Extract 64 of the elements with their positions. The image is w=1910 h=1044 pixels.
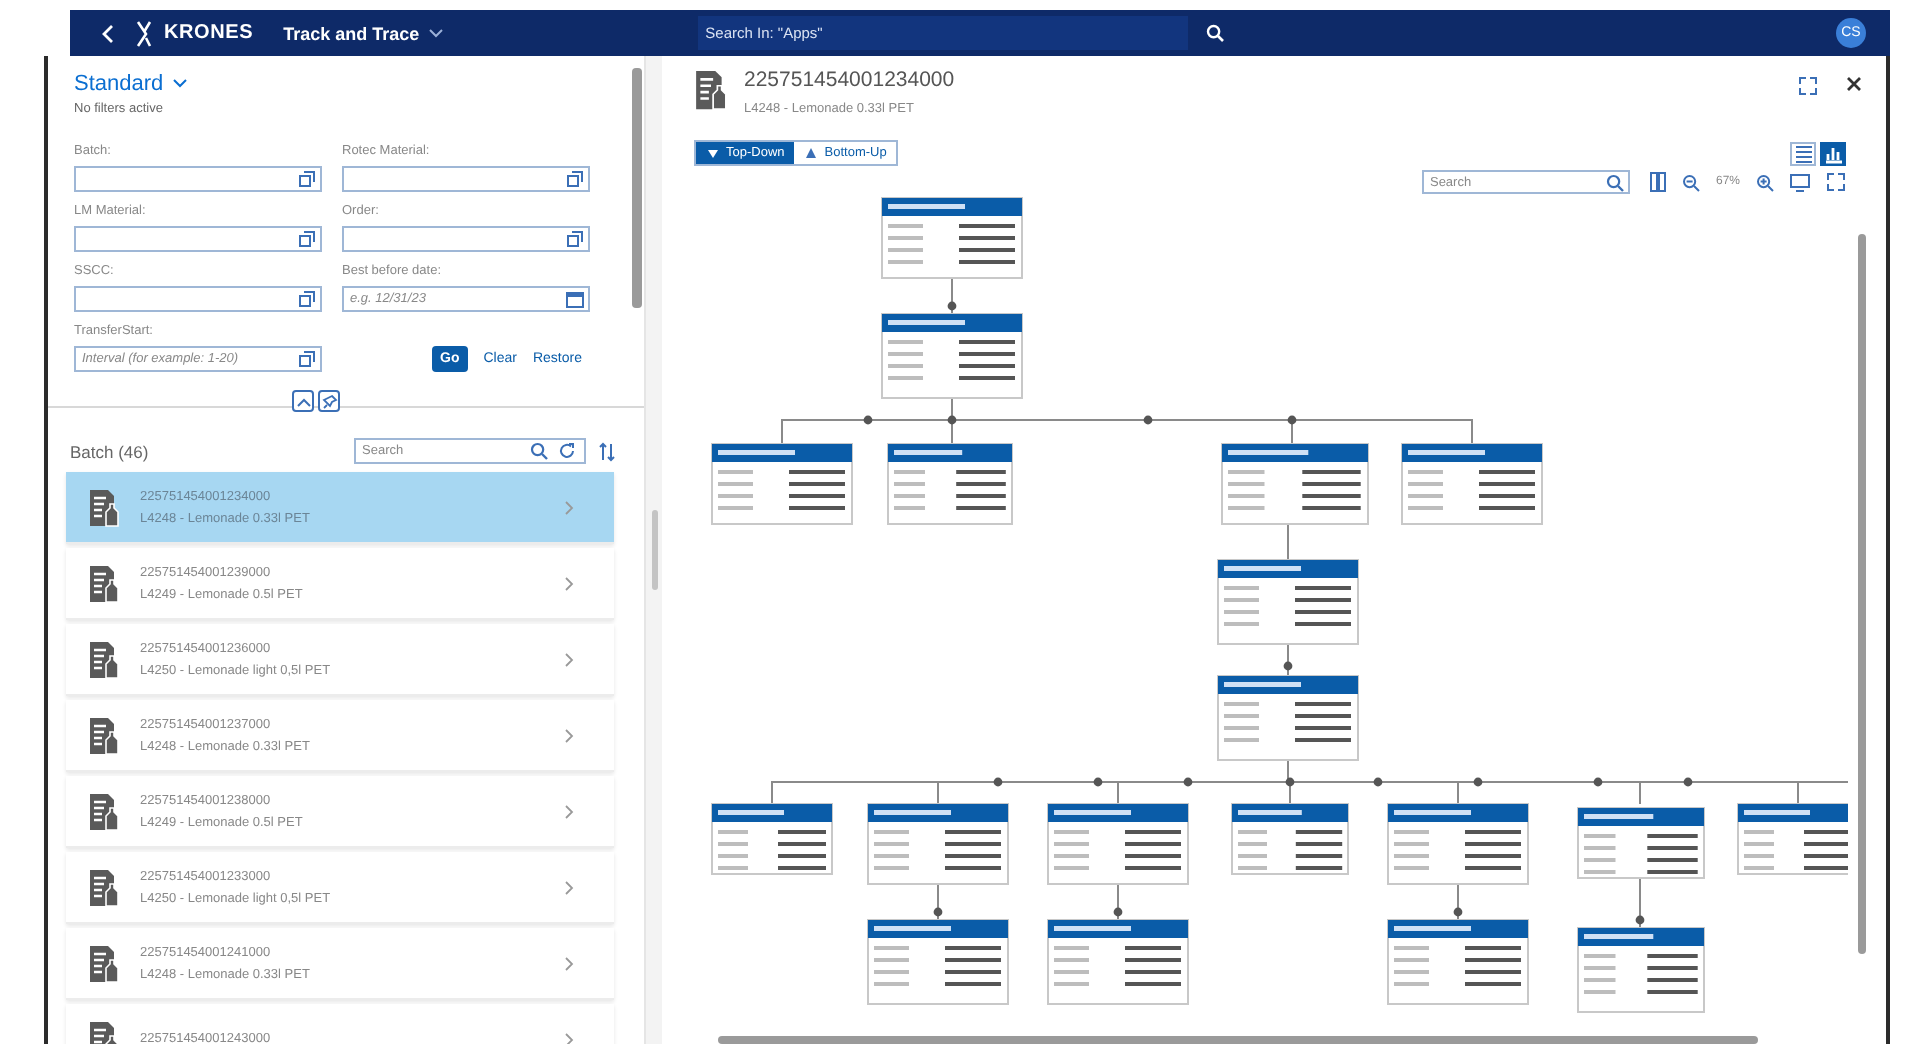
chevron-right-icon [564,575,574,591]
variant-menu[interactable]: Standard [74,72,188,96]
pin-button[interactable] [318,390,340,412]
document-icon [88,715,120,755]
chevron-right-icon [564,879,574,895]
chevron-left-icon [102,23,116,43]
document-icon [88,563,120,603]
input-field[interactable] [74,226,322,252]
list-icon [1793,143,1813,163]
chevron-right-icon [564,651,574,667]
arrow-up-icon [804,146,819,160]
calendar-icon[interactable] [566,290,584,308]
document-icon [88,487,120,527]
input-field[interactable] [74,166,322,192]
logo-text: KRONES [164,22,254,44]
zoom-out-icon[interactable] [1681,173,1700,191]
scrollbar[interactable] [632,68,642,308]
columns-icon[interactable] [1649,172,1666,192]
value-help-icon[interactable] [298,290,316,308]
input-field[interactable] [74,286,322,312]
scrollbar[interactable] [1858,234,1866,954]
table-view-button[interactable] [1790,141,1816,165]
value-help-icon[interactable] [298,350,316,368]
input-field[interactable] [342,226,590,252]
fullscreen-icon[interactable] [1798,76,1818,96]
pin-icon [321,393,337,409]
document-icon [88,943,120,983]
value-help-icon[interactable] [566,230,584,248]
chevron-right-icon [564,499,574,515]
sort-button[interactable] [598,441,616,461]
sort-icon [598,441,616,461]
value-help-icon[interactable] [298,170,316,188]
search-icon [1205,24,1224,42]
arrow-down-icon [706,146,720,160]
document-icon [694,68,728,112]
fullscreen-icon[interactable] [1826,172,1846,192]
app-title-menu[interactable]: Track and Trace [283,23,444,43]
chart-icon [1823,143,1843,163]
chevron-right-icon [564,955,574,971]
value-help-icon[interactable] [298,230,316,248]
close-icon[interactable] [1846,76,1862,92]
refresh-icon[interactable] [558,442,576,460]
chevron-right-icon [564,803,574,819]
monitor-icon[interactable] [1790,173,1810,191]
chevron-right-icon [564,727,574,743]
search-icon[interactable] [1605,173,1624,191]
splitter-handle[interactable] [651,510,657,590]
chevron-up-icon [295,395,311,407]
list-title: Batch (46) [70,441,149,461]
caret-down-icon [427,27,444,39]
collapse-button[interactable] [292,390,314,412]
document-icon [88,639,120,679]
caret-down-icon [171,78,188,90]
search-icon[interactable] [530,442,548,460]
input-field[interactable] [342,166,590,192]
object-title: 225751454001234000 [744,68,955,92]
chevron-right-icon [564,1031,574,1044]
document-icon [88,791,120,831]
search-button[interactable] [1201,20,1228,46]
scrollbar[interactable] [718,1036,1758,1044]
document-icon [88,867,120,907]
value-help-icon[interactable] [566,170,584,188]
zoom-in-icon[interactable] [1756,173,1774,191]
chart-view-button[interactable] [1820,141,1846,165]
